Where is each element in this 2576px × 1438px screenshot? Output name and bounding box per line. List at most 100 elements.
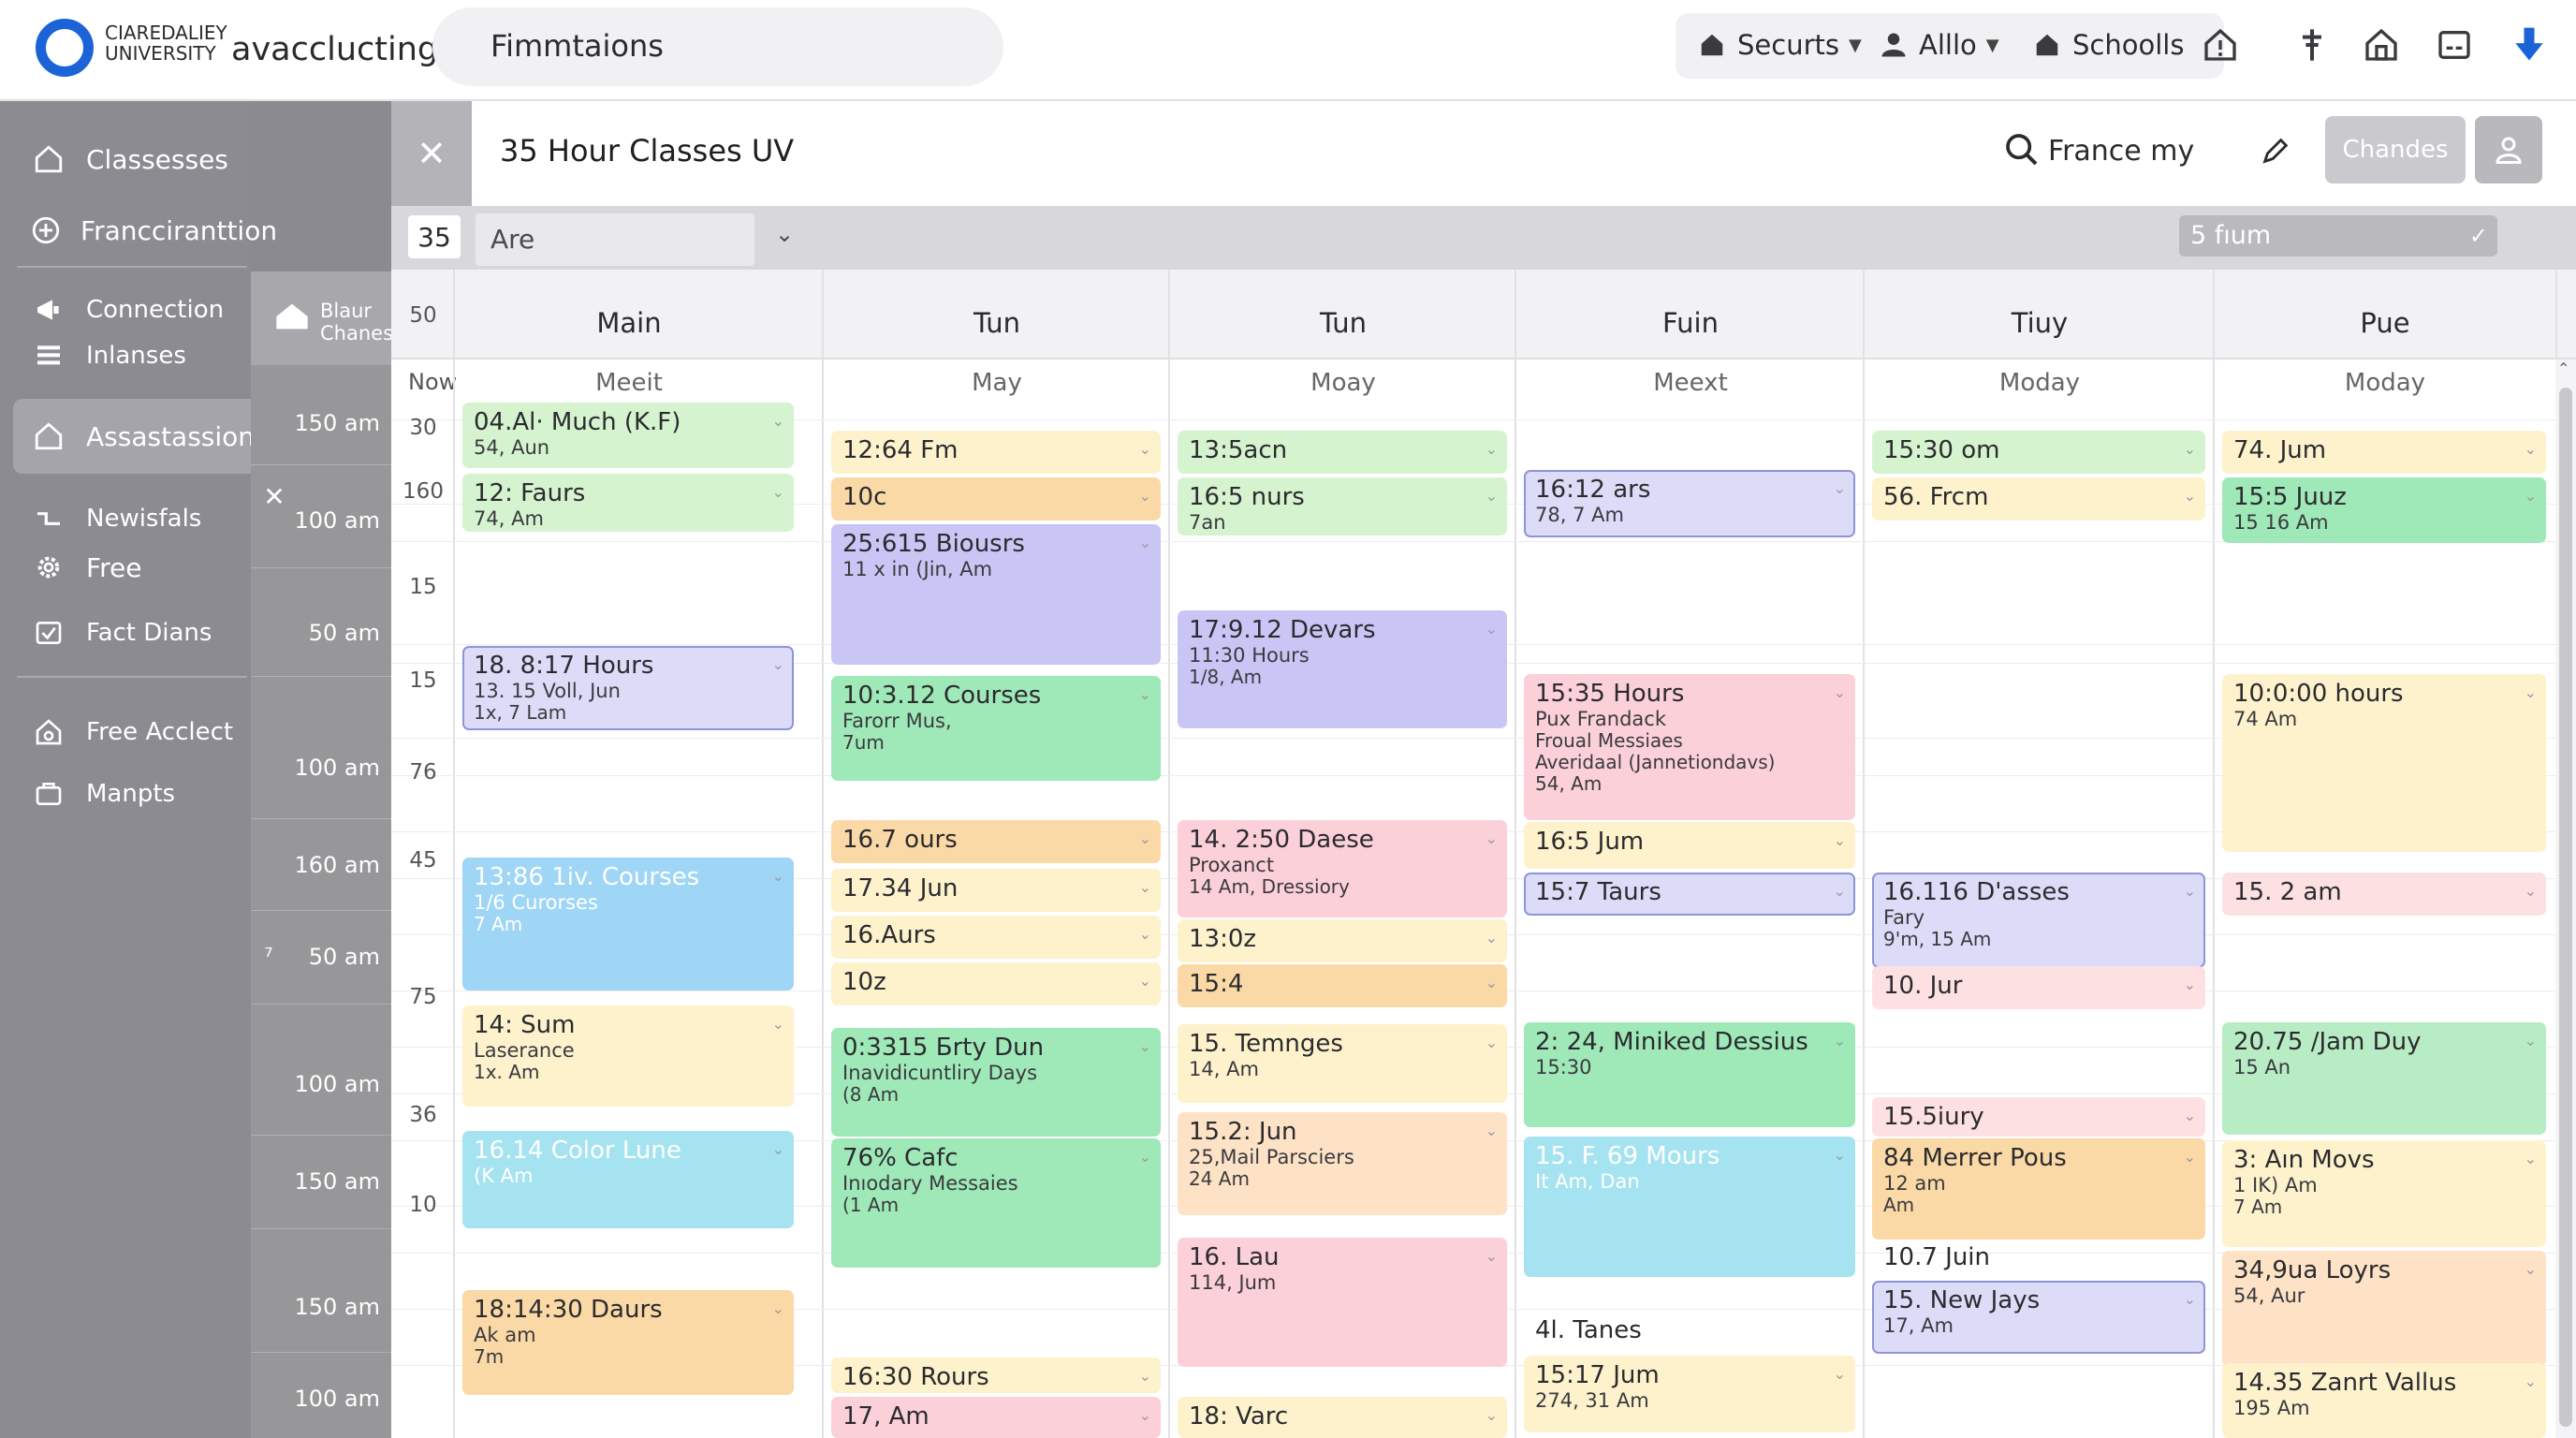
calendar-event[interactable]: 15. 2 am ⌄	[2222, 873, 2546, 916]
chevron-down-icon[interactable]: ⌄	[2184, 487, 2196, 505]
chevron-down-icon[interactable]: ⌄	[1139, 1148, 1151, 1166]
chevron-down-icon[interactable]: ⌄	[1139, 685, 1151, 703]
sidebar-item-connection[interactable]: Connection	[0, 284, 251, 336]
day-header[interactable]: Main	[455, 270, 803, 360]
chevron-down-icon[interactable]: ⌄	[772, 655, 784, 673]
chevron-down-icon[interactable]: ⌄	[1486, 829, 1498, 847]
sidebar-item-free-acclect[interactable]: Free Acclect	[0, 706, 251, 758]
chevron-down-icon[interactable]: ⌄	[1486, 1122, 1498, 1139]
chevron-down-icon[interactable]: ⌄	[1834, 1365, 1846, 1383]
top-nav-alllo[interactable]: Alllo ▼	[1878, 19, 1999, 71]
chevron-down-icon[interactable]: ⌄	[1486, 929, 1498, 946]
chevron-down-icon[interactable]: ⌄	[1834, 683, 1846, 701]
chevron-down-icon[interactable]: ⌄	[2184, 1107, 2196, 1124]
chevron-down-icon[interactable]: ⌄	[2184, 976, 2196, 993]
calendar-event[interactable]: 25:615 Biousrs 11 x in (Jin, Am ⌄	[831, 524, 1161, 665]
calendar-event[interactable]: 15:17 Jum 274, 31 Am ⌄	[1524, 1356, 1855, 1432]
calendar-event[interactable]: 76% Cafc Inıodary Messaies (1 Am ⌄	[831, 1138, 1161, 1268]
calendar-event[interactable]: 74. Jum ⌄	[2222, 431, 2546, 474]
chevron-down-icon[interactable]: ⌄	[1139, 440, 1151, 458]
calendar-event[interactable]: 14. 2:50 Daese Proxanct 14 Am, Dressiory ⌄	[1178, 820, 1507, 917]
filter-select[interactable]: Are	[476, 213, 754, 266]
calendar-event[interactable]: 12: Faurs 74, Am ⌄	[462, 474, 794, 532]
search-icon[interactable]	[2003, 131, 2041, 169]
calendar-event[interactable]: 2: 24, Miniked Dessius 15:30 ⌄	[1524, 1022, 1855, 1127]
calendar-event[interactable]: 17, Am ⌄	[831, 1397, 1161, 1438]
calendar-event[interactable]: 13:5acn ⌄	[1178, 431, 1507, 474]
calendar-event[interactable]: 10z ⌄	[831, 962, 1161, 1005]
chevron-down-icon[interactable]: ⌄	[1486, 1034, 1498, 1051]
building-icon[interactable]	[2357, 21, 2406, 69]
calendar-event[interactable]: 4l. Tanes	[1524, 1311, 1855, 1354]
chevron-down-icon[interactable]: ⌄	[2525, 683, 2537, 701]
sidebar-sub-header[interactable]: Blaur Chanes	[251, 271, 393, 365]
chevron-down-icon[interactable]: ⌄	[1139, 534, 1151, 551]
chevron-down-icon[interactable]: ⌄	[1139, 1367, 1151, 1385]
calendar-event[interactable]: 10:0:00 hours 74 Am ⌄	[2222, 674, 2546, 852]
calendar-event[interactable]: 18: Varc ⌄	[1178, 1397, 1507, 1438]
calendar-event[interactable]: 16.116 D'asses Fary 9'm, 15 Am ⌄	[1872, 873, 2205, 968]
chevron-down-icon[interactable]: ⌄	[772, 1140, 784, 1158]
chevron-down-icon[interactable]: ⌄	[775, 221, 794, 247]
chevron-down-icon[interactable]: ⌄	[772, 1299, 784, 1317]
download-icon[interactable]	[2505, 21, 2554, 69]
chevron-down-icon[interactable]: ⌄	[2184, 1290, 2196, 1308]
chevron-down-icon[interactable]: ⌄	[2184, 882, 2196, 900]
scrollbar-thumb[interactable]	[2559, 388, 2572, 1427]
f-icon[interactable]	[2288, 21, 2336, 69]
calendar-event[interactable]: 16.Aurs ⌄	[831, 916, 1161, 959]
chevron-down-icon[interactable]: ⌄	[1139, 487, 1151, 505]
calendar-event[interactable]: 56. Frcm ⌄	[1872, 477, 2205, 521]
calendar-event[interactable]: 16:5 nurs 7an ⌄	[1178, 477, 1507, 536]
calendar-event[interactable]: 15.5iury ⌄	[1872, 1097, 2205, 1137]
top-nav-schoolls[interactable]: Schoolls	[2031, 19, 2184, 71]
chevron-down-icon[interactable]: ⌄	[1139, 1037, 1151, 1055]
calendar-event[interactable]: 15:4 ⌄	[1178, 964, 1507, 1007]
chevron-down-icon[interactable]: ⌄	[1139, 972, 1151, 990]
chevron-down-icon[interactable]: ⌄	[2525, 1032, 2537, 1049]
calendar-event[interactable]: 10. Jur ⌄	[1872, 966, 2205, 1009]
chevron-down-icon[interactable]: ⌄	[1486, 440, 1498, 458]
chevron-down-icon[interactable]: ⌄	[1139, 925, 1151, 943]
calendar-event[interactable]: 13:86 1iv. Courses 1/6 Curorses 7 Am ⌄	[462, 858, 794, 990]
calendar-event[interactable]: 16.14 Color Lune (K Am ⌄	[462, 1131, 794, 1228]
sidebar-item-francciranttion[interactable]: Francciranttion	[0, 204, 277, 257]
chevron-down-icon[interactable]: ⌄	[1834, 1146, 1846, 1164]
top-nav-securts[interactable]: Securts ▼	[1696, 19, 1862, 71]
chevron-up-icon[interactable]: ⌃	[2557, 360, 2569, 377]
calendar-event[interactable]: 20.75 /Jam Duy 15 An ⌄	[2222, 1022, 2546, 1135]
alert-house-icon[interactable]	[2196, 21, 2245, 69]
calendar-event[interactable]: 13:0z ⌄	[1178, 919, 1507, 962]
chevron-down-icon[interactable]: ⌄	[2184, 1148, 2196, 1166]
sidebar-item-newisfals[interactable]: Newisfals	[0, 492, 251, 545]
calendar-event[interactable]: 15. F. 69 Mours It Am, Dan ⌄	[1524, 1137, 1855, 1277]
chevron-down-icon[interactable]: ⌄	[2525, 882, 2537, 900]
chevron-down-icon[interactable]: ⌄	[772, 1015, 784, 1033]
chevron-down-icon[interactable]: ⌄	[2184, 440, 2196, 458]
day-header[interactable]: Fuin	[1516, 270, 1865, 360]
chevron-down-icon[interactable]: ⌄	[772, 483, 784, 501]
calendar-event[interactable]: 15:5 Juuz 15 16 Am ⌄	[2222, 477, 2546, 543]
chevron-down-icon[interactable]: ⌄	[1486, 620, 1498, 638]
chevron-down-icon[interactable]: ⌄	[1486, 1247, 1498, 1265]
chevron-down-icon[interactable]: ⌄	[1139, 1406, 1151, 1424]
calendar-event[interactable]: 10:3.12 Courses Farorr Mus, 7um ⌄	[831, 676, 1161, 781]
calendar-event[interactable]: 10.7 Juin	[1872, 1238, 2205, 1281]
user-button[interactable]	[2475, 116, 2542, 183]
calendar-event[interactable]: 14: Sum Laserance 1x. Am ⌄	[462, 1005, 794, 1107]
calendar-event[interactable]: 15. Temnges 14, Am ⌄	[1178, 1024, 1507, 1103]
top-search-bar[interactable]: Fimmtaions	[432, 7, 1003, 86]
calendar-event[interactable]: 15:7 Taurs ⌄	[1524, 873, 1855, 916]
chevron-down-icon[interactable]: ⌄	[1486, 487, 1498, 505]
sidebar-item-classesses[interactable]: Classesses	[0, 133, 251, 185]
chevron-down-icon[interactable]: ⌄	[1834, 1032, 1846, 1049]
calendar-event[interactable]: 16:30 Rours ⌄	[831, 1357, 1161, 1393]
calendar-event[interactable]: 17.34 Jun ⌄	[831, 869, 1161, 912]
calendar-event[interactable]: 3: Aın Movs 1 IK) Am 7 Am ⌄	[2222, 1140, 2546, 1247]
calendar-event[interactable]: 14.35 Zanrt Vallus 195 Am ⌄	[2222, 1363, 2546, 1438]
chevron-down-icon[interactable]: ⌄	[1834, 882, 1846, 900]
filter-range-field[interactable]: 5 fıum ✓	[2179, 215, 2497, 257]
calendar-event[interactable]: 0:3315 Бrty Dun Inavidicuntliry Days (8 Am…	[831, 1028, 1161, 1137]
calendar-event[interactable]: 10c ⌄	[831, 477, 1161, 521]
calendar-event[interactable]: 16. Lau 114, Jum ⌄	[1178, 1238, 1507, 1367]
